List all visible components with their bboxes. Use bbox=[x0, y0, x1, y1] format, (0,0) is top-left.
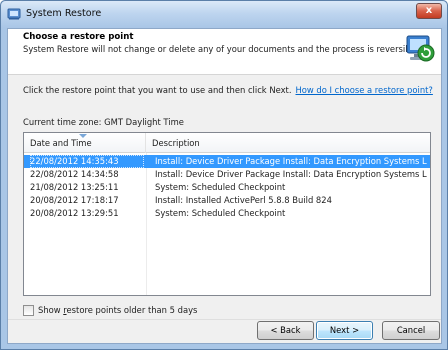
row-date: 21/08/2012 13:25:11 bbox=[30, 182, 119, 192]
table-row[interactable]: 22/08/2012 14:34:58 Install: Device Driv… bbox=[24, 168, 430, 181]
instruction-text: Click the restore point that you want to… bbox=[23, 85, 292, 95]
column-header-description-label: Description bbox=[152, 138, 200, 148]
row-description: System: Scheduled Checkpoint bbox=[155, 182, 286, 192]
show-older-label: Show restore points older than 5 days bbox=[38, 305, 197, 316]
system-restore-window: System Restore x Choose a restore point … bbox=[0, 0, 448, 350]
system-restore-app-icon bbox=[7, 8, 21, 20]
table-row[interactable]: 22/08/2012 14:35:43 Install: Device Driv… bbox=[24, 155, 430, 168]
list-rows: 22/08/2012 14:35:43 Install: Device Driv… bbox=[24, 155, 430, 220]
table-row[interactable]: 20/08/2012 17:18:17 Install: Installed A… bbox=[24, 194, 430, 207]
page-title: Choose a restore point bbox=[23, 32, 134, 42]
close-icon: x bbox=[425, 5, 433, 16]
wizard-client-area: Choose a restore point System Restore wi… bbox=[7, 28, 442, 344]
close-button[interactable]: x bbox=[416, 3, 442, 19]
sort-descending-icon bbox=[79, 134, 87, 138]
column-header-description[interactable]: Description bbox=[146, 133, 430, 153]
list-header: Date and Time Description bbox=[24, 133, 430, 153]
table-row[interactable]: 20/08/2012 13:29:51 System: Scheduled Ch… bbox=[24, 207, 430, 220]
back-button[interactable]: < Back bbox=[257, 321, 314, 340]
restore-points-list[interactable]: Date and Time Description 22/08/2012 14:… bbox=[23, 132, 431, 296]
show-older-label-prefix: Show bbox=[38, 305, 64, 315]
footer-divider bbox=[8, 319, 441, 320]
page-subtitle: System Restore will not change or delete… bbox=[23, 44, 421, 54]
row-date: 22/08/2012 14:34:58 bbox=[30, 169, 119, 179]
column-header-date[interactable]: Date and Time bbox=[24, 133, 146, 153]
table-row[interactable]: 21/08/2012 13:25:11 System: Scheduled Ch… bbox=[24, 181, 430, 194]
cancel-button[interactable]: Cancel bbox=[382, 321, 440, 340]
row-date: 20/08/2012 17:18:17 bbox=[30, 195, 119, 205]
title-bar[interactable]: System Restore x bbox=[1, 1, 447, 28]
window-title: System Restore bbox=[26, 8, 102, 19]
help-link[interactable]: How do I choose a restore point? bbox=[296, 85, 433, 95]
row-description: Install: Installed ActivePerl 5.8.8 Buil… bbox=[155, 195, 332, 205]
show-older-label-suffix: estore points older than 5 days bbox=[66, 305, 198, 315]
column-header-date-label: Date and Time bbox=[30, 138, 92, 148]
wizard-header: Choose a restore point System Restore wi… bbox=[8, 29, 441, 75]
instruction-line: Click the restore point that you want to… bbox=[23, 85, 433, 95]
next-button[interactable]: Next > bbox=[316, 321, 373, 340]
show-older-checkbox[interactable] bbox=[23, 305, 34, 316]
row-description: System: Scheduled Checkpoint bbox=[155, 208, 286, 218]
system-restore-icon bbox=[406, 35, 435, 62]
timezone-label: Current time zone: GMT Daylight Time bbox=[23, 117, 184, 127]
row-date: 20/08/2012 13:29:51 bbox=[30, 208, 119, 218]
row-description: Install: Device Driver Package Install: … bbox=[155, 156, 427, 166]
row-description: Install: Device Driver Package Install: … bbox=[155, 169, 427, 179]
row-date: 22/08/2012 14:35:43 bbox=[30, 155, 144, 168]
